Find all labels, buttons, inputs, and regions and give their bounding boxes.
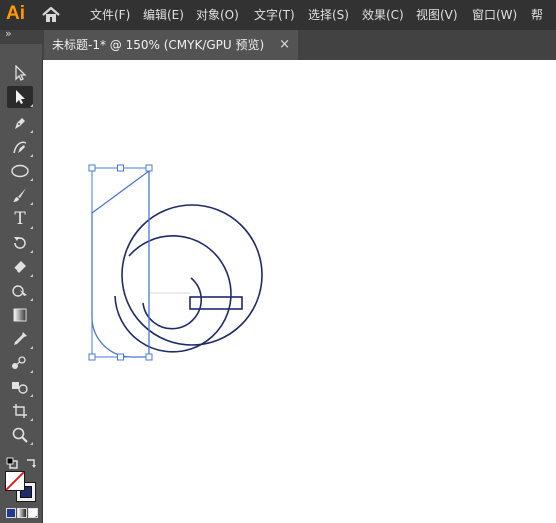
selection-tool[interactable] <box>7 62 33 84</box>
artboard-canvas[interactable] <box>43 60 556 523</box>
type-tool[interactable]: T <box>7 208 33 230</box>
handle-bottom-right <box>145 353 153 361</box>
artwork[interactable] <box>43 60 556 523</box>
handle-top-right <box>145 164 153 172</box>
fill-swatch[interactable] <box>5 471 25 491</box>
selection-tool-icon <box>12 65 28 81</box>
type-tool-icon: T <box>14 209 26 229</box>
menu-type[interactable]: 文字(T) <box>254 0 295 30</box>
collapse-icon[interactable]: » <box>5 27 12 40</box>
large-circle-path <box>121 204 263 346</box>
handle-bottom-middle <box>117 353 124 361</box>
menu-help[interactable]: 帮 <box>531 0 543 30</box>
menu-select[interactable]: 选择(S) <box>308 0 349 30</box>
shape-builder-tool[interactable] <box>7 376 33 398</box>
menu-bar: Ai 文件(F) 编辑(E) 对象(O) 文字(T) 选择(S) 效果(C) 视… <box>0 0 556 30</box>
blend-tool[interactable] <box>7 352 33 374</box>
color-mode-button[interactable] <box>6 508 16 518</box>
bounding-box[interactable] <box>91 167 150 358</box>
blend-tool-icon <box>11 355 29 371</box>
document-tab-label: 未标题-1* @ 150% (CMYK/GPU 预览) <box>52 38 265 52</box>
eyedropper-tool-icon <box>12 331 28 347</box>
default-fill-stroke-icon[interactable] <box>6 454 18 469</box>
menu-view[interactable]: 视图(V) <box>416 0 458 30</box>
pen-tool[interactable] <box>7 112 33 134</box>
pen-tool-icon <box>12 115 28 131</box>
toolbar-header[interactable]: » <box>0 27 42 44</box>
gradient-mode-button[interactable] <box>17 508 27 518</box>
eraser-tool-icon <box>12 259 28 275</box>
document-tab[interactable]: 未标题-1* @ 150% (CMYK/GPU 预览) × <box>44 30 298 60</box>
app-logo: Ai <box>6 3 25 24</box>
selected-path <box>91 169 150 358</box>
gradient-tool[interactable] <box>7 304 33 326</box>
paintbrush-tool-icon <box>12 187 28 203</box>
small-rect-path <box>189 296 243 310</box>
handle-top-left <box>88 164 96 172</box>
curvature-tool[interactable] <box>7 136 33 158</box>
curvature-tool-icon <box>12 139 28 155</box>
direct-selection-tool-icon <box>12 89 28 105</box>
home-icon[interactable] <box>40 5 62 25</box>
document-tab-bar: 未标题-1* @ 150% (CMYK/GPU 预览) × <box>42 30 556 60</box>
ellipse-tool[interactable] <box>7 160 33 182</box>
middle-arc-path <box>114 235 232 353</box>
rotate-tool[interactable] <box>7 232 33 254</box>
warp-tool-icon <box>11 283 29 299</box>
handle-top-middle <box>117 164 124 172</box>
gradient-tool-icon <box>12 307 28 323</box>
close-icon[interactable]: × <box>279 30 290 60</box>
zoom-tool-icon <box>12 427 28 443</box>
menu-object[interactable]: 对象(O) <box>196 0 239 30</box>
rotate-tool-icon <box>12 235 28 251</box>
zoom-tool[interactable] <box>7 424 33 446</box>
warp-tool[interactable] <box>7 280 33 302</box>
inner-arc-path <box>142 277 202 330</box>
bounding-box-handles[interactable] <box>88 164 153 361</box>
handle-bottom-left <box>88 353 96 361</box>
tools-panel: » T <box>0 27 43 523</box>
artwork-paths <box>114 204 263 353</box>
menu-edit[interactable]: 编辑(E) <box>143 0 184 30</box>
menu-file[interactable]: 文件(F) <box>90 0 130 30</box>
shape-builder-tool-icon <box>11 379 29 395</box>
direct-selection-tool[interactable] <box>7 86 33 108</box>
none-mode-button[interactable] <box>28 508 38 518</box>
artboard-tool[interactable] <box>7 400 33 422</box>
swap-fill-stroke-icon[interactable] <box>25 454 37 468</box>
menu-window[interactable]: 窗口(W) <box>472 0 517 30</box>
ellipse-tool-icon <box>11 164 29 178</box>
menu-effect[interactable]: 效果(C) <box>362 0 404 30</box>
eraser-tool[interactable] <box>7 256 33 278</box>
eyedropper-tool[interactable] <box>7 328 33 350</box>
artboard-tool-icon <box>12 403 28 419</box>
paintbrush-tool[interactable] <box>7 184 33 206</box>
